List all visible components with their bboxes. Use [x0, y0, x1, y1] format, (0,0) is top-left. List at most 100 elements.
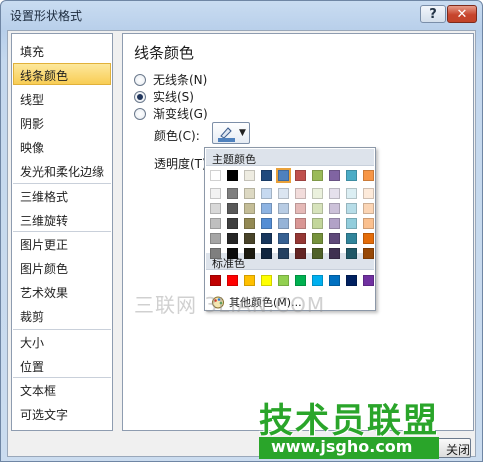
- radio-label: 实线(S): [153, 90, 194, 104]
- theme-shade-swatch[interactable]: [295, 218, 306, 229]
- radio-circle[interactable]: [134, 73, 146, 86]
- theme-shade-swatch[interactable]: [261, 188, 272, 199]
- theme-color-swatch[interactable]: [210, 170, 221, 181]
- theme-shade-swatch[interactable]: [363, 203, 374, 214]
- theme-shade-swatch[interactable]: [244, 248, 255, 259]
- theme-shade-swatch[interactable]: [227, 233, 238, 244]
- sidebar-item[interactable]: 填充: [13, 39, 111, 61]
- theme-color-swatch[interactable]: [295, 170, 306, 181]
- sidebar-item[interactable]: 阴影: [13, 111, 111, 133]
- theme-shade-swatch[interactable]: [210, 233, 221, 244]
- sidebar-item[interactable]: 三维格式: [13, 184, 111, 206]
- help-button[interactable]: ?: [420, 5, 446, 23]
- theme-shade-swatch[interactable]: [312, 233, 323, 244]
- theme-shade-swatch[interactable]: [261, 203, 272, 214]
- close-button[interactable]: ✕: [447, 5, 477, 23]
- theme-shade-swatch[interactable]: [244, 218, 255, 229]
- theme-shade-swatch[interactable]: [346, 233, 357, 244]
- standard-color-swatch[interactable]: [278, 275, 289, 286]
- theme-shade-swatch[interactable]: [346, 218, 357, 229]
- theme-shade-swatch[interactable]: [329, 218, 340, 229]
- sidebar-item[interactable]: 图片更正: [13, 232, 111, 254]
- theme-shade-swatch[interactable]: [227, 203, 238, 214]
- standard-color-swatch[interactable]: [312, 275, 323, 286]
- sidebar-item[interactable]: 大小: [13, 330, 111, 352]
- theme-shade-swatch[interactable]: [278, 218, 289, 229]
- standard-color-swatch[interactable]: [244, 275, 255, 286]
- color-picker-button[interactable]: ▼: [212, 122, 250, 144]
- radio-no-line[interactable]: 无线条(N): [134, 71, 207, 88]
- theme-shade-swatch[interactable]: [295, 203, 306, 214]
- theme-shade-swatch[interactable]: [210, 188, 221, 199]
- theme-shade-swatch[interactable]: [210, 203, 221, 214]
- sidebar-item[interactable]: 可选文字: [13, 402, 111, 424]
- standard-color-swatch[interactable]: [346, 275, 357, 286]
- theme-color-swatch[interactable]: [346, 170, 357, 181]
- theme-shade-swatch[interactable]: [227, 218, 238, 229]
- standard-color-swatch[interactable]: [261, 275, 272, 286]
- sidebar-item[interactable]: 发光和柔化边缘: [13, 159, 111, 181]
- radio-circle[interactable]: [134, 107, 146, 120]
- theme-shade-swatch[interactable]: [329, 248, 340, 259]
- theme-shade-swatch[interactable]: [363, 218, 374, 229]
- theme-shade-swatch[interactable]: [261, 218, 272, 229]
- theme-color-swatch[interactable]: [329, 170, 340, 181]
- theme-shade-swatch[interactable]: [346, 203, 357, 214]
- theme-shade-swatch[interactable]: [312, 248, 323, 259]
- theme-shade-swatch[interactable]: [244, 203, 255, 214]
- watermark-jsgho-logo: 技术员联盟: [259, 401, 439, 441]
- theme-color-swatch[interactable]: [244, 170, 255, 181]
- sidebar-item[interactable]: 图片颜色: [13, 256, 111, 278]
- theme-shade-swatch[interactable]: [346, 188, 357, 199]
- theme-shade-swatch[interactable]: [346, 248, 357, 259]
- standard-color-swatch[interactable]: [227, 275, 238, 286]
- theme-color-swatch[interactable]: [227, 170, 238, 181]
- sidebar-item[interactable]: 文本框: [13, 378, 111, 400]
- theme-shade-swatch[interactable]: [227, 248, 238, 259]
- standard-color-swatch[interactable]: [210, 275, 221, 286]
- standard-color-swatch[interactable]: [363, 275, 374, 286]
- theme-shade-swatch[interactable]: [210, 248, 221, 259]
- theme-color-swatch[interactable]: [261, 170, 272, 181]
- theme-shade-swatch[interactable]: [363, 248, 374, 259]
- sidebar-item[interactable]: 位置: [13, 354, 111, 376]
- radio-solid-line[interactable]: 实线(S): [134, 88, 194, 105]
- theme-shade-swatch[interactable]: [312, 203, 323, 214]
- theme-shade-swatch[interactable]: [278, 203, 289, 214]
- theme-shade-swatch[interactable]: [363, 188, 374, 199]
- title-bar[interactable]: 设置形状格式 ? ✕: [1, 1, 482, 29]
- theme-shade-swatch[interactable]: [329, 188, 340, 199]
- theme-shade-swatch[interactable]: [278, 233, 289, 244]
- theme-color-swatch[interactable]: [363, 170, 374, 181]
- theme-shade-swatch[interactable]: [312, 188, 323, 199]
- watermark-3lian: 三联网 3LIAN.COM: [134, 293, 326, 317]
- theme-shade-swatch[interactable]: [363, 233, 374, 244]
- standard-color-swatch[interactable]: [329, 275, 340, 286]
- theme-shade-swatch[interactable]: [244, 188, 255, 199]
- radio-gradient-line[interactable]: 渐变线(G): [134, 105, 208, 122]
- theme-shade-swatch[interactable]: [329, 233, 340, 244]
- theme-shade-swatch[interactable]: [312, 218, 323, 229]
- sidebar-item[interactable]: 映像: [13, 135, 111, 157]
- sidebar-item[interactable]: 艺术效果: [13, 280, 111, 302]
- theme-shade-swatch[interactable]: [278, 188, 289, 199]
- theme-shade-swatch[interactable]: [210, 218, 221, 229]
- theme-shade-swatch[interactable]: [261, 233, 272, 244]
- radio-circle[interactable]: [134, 90, 146, 103]
- sidebar-item[interactable]: 裁剪: [13, 304, 111, 326]
- standard-color-swatch[interactable]: [295, 275, 306, 286]
- sidebar-item[interactable]: 三维旋转: [13, 208, 111, 230]
- theme-shade-swatch[interactable]: [295, 248, 306, 259]
- sidebar-item[interactable]: 线条颜色: [13, 63, 111, 85]
- theme-color-swatch[interactable]: [312, 170, 323, 181]
- theme-color-swatch[interactable]: [276, 168, 291, 183]
- sidebar-item[interactable]: 线型: [13, 87, 111, 109]
- theme-shade-swatch[interactable]: [244, 233, 255, 244]
- theme-shade-swatch[interactable]: [295, 188, 306, 199]
- theme-shade-swatch[interactable]: [329, 203, 340, 214]
- color-dropdown: 主题颜色 标准色 其他颜色(M)...: [204, 147, 376, 311]
- theme-shade-swatch[interactable]: [295, 233, 306, 244]
- theme-shade-swatch[interactable]: [227, 188, 238, 199]
- theme-shade-swatch[interactable]: [261, 248, 272, 259]
- theme-shade-swatch[interactable]: [278, 248, 289, 259]
